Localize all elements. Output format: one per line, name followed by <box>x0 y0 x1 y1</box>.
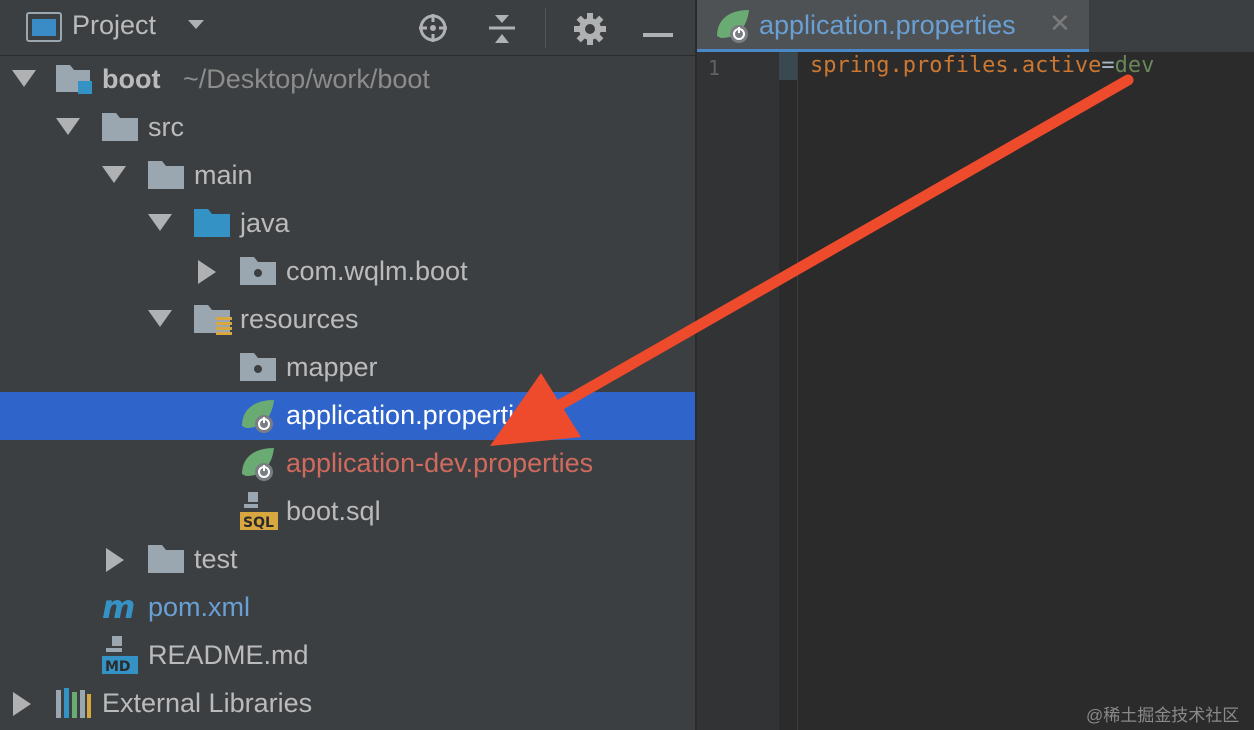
annotation-arrow <box>490 74 1134 446</box>
watermark: @稀土掘金技术社区 <box>1086 706 1240 725</box>
